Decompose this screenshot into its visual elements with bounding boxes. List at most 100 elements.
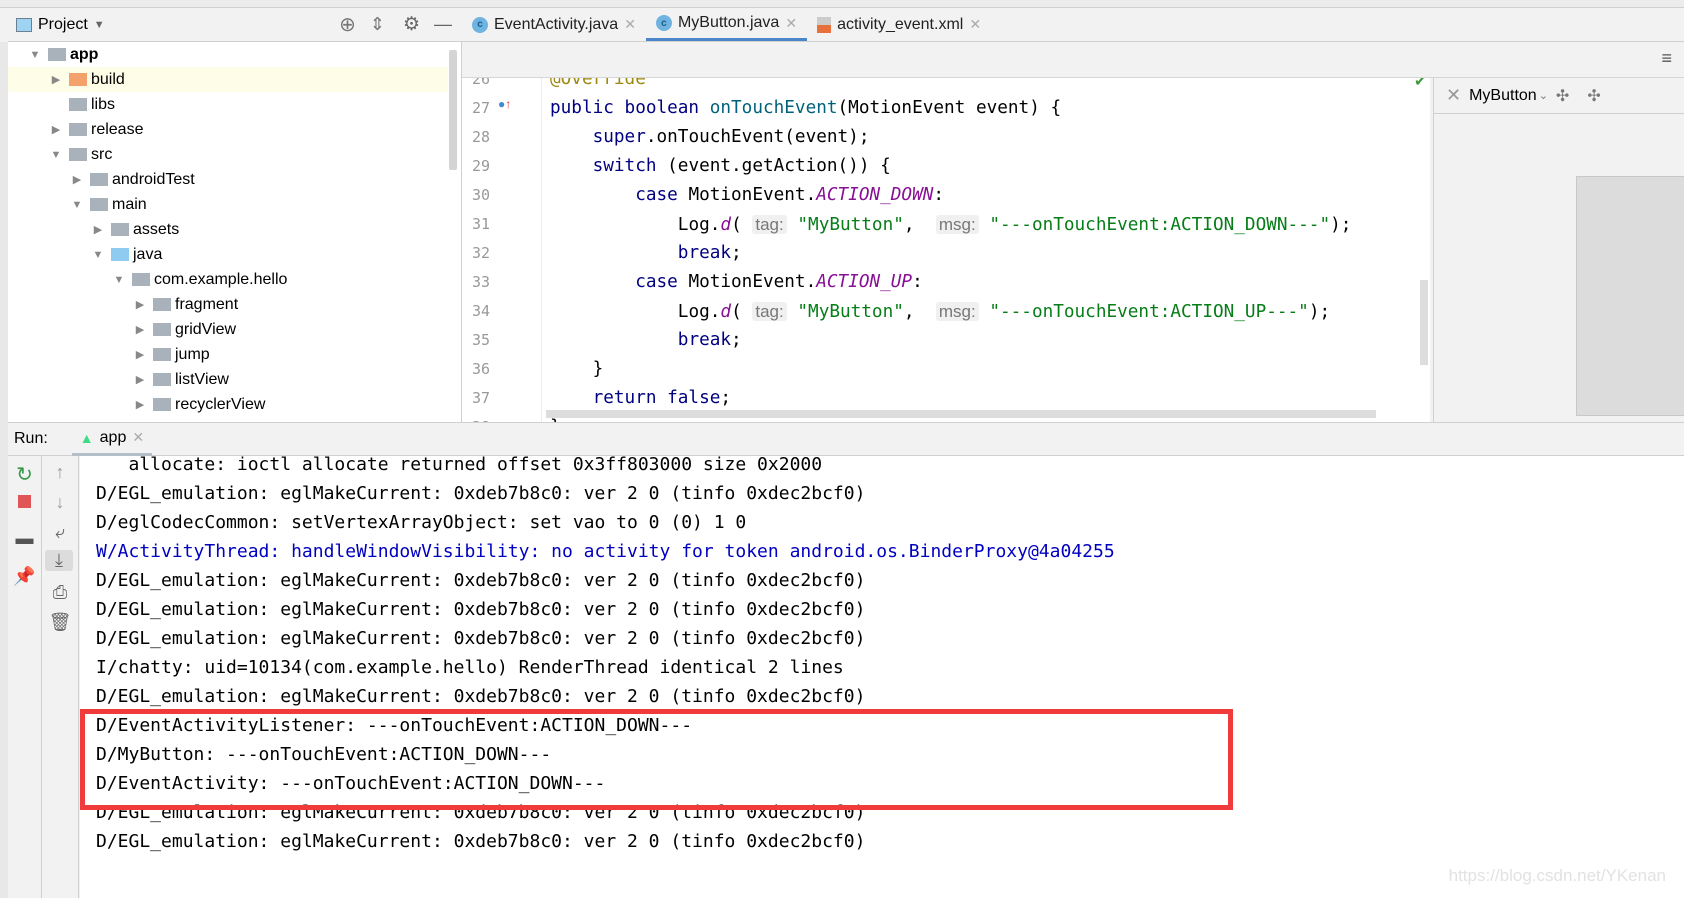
tab-mybutton-java[interactable]: c MyButton.java ✕ — [645, 8, 808, 41]
run-toolwindow-bar: Run: ▲ app ✕ — [8, 422, 1684, 456]
close-icon[interactable]: ✕ — [969, 16, 981, 33]
collapsed-arrow-icon[interactable]: ▶ — [70, 173, 84, 186]
tree-item-build[interactable]: ▶ build — [8, 67, 448, 92]
expanded-arrow-icon[interactable]: ▼ — [91, 249, 105, 261]
expand-horizontal-icon[interactable]: ✣ — [1556, 86, 1569, 106]
tree-item-assets[interactable]: ▶ assets — [8, 217, 448, 242]
close-icon[interactable]: ✕ — [624, 16, 636, 33]
run-toolbar-primary: ↻ ▬ 📌 — [8, 456, 42, 898]
code-token: case — [635, 185, 689, 205]
down-arrow-icon[interactable]: ↓ — [42, 492, 78, 513]
expanded-arrow-icon[interactable]: ▼ — [49, 149, 63, 161]
project-tree: ▼ app ▶ build libs ▶ release ▼ src ▶ androidTest ▼ m… — [8, 42, 462, 422]
collapsed-arrow-icon[interactable]: ▶ — [133, 323, 147, 336]
project-view-icon — [16, 17, 32, 32]
minimize-icon[interactable]: — — [434, 14, 452, 35]
collapsed-arrow-icon[interactable]: ▶ — [133, 298, 147, 311]
expanded-arrow-icon[interactable]: ▼ — [112, 274, 126, 286]
expand-vertical-icon[interactable]: ✣ — [1587, 86, 1600, 106]
layout-preview-panel: ✕ MyButton ⌄ ✣ ✣ — [1433, 78, 1684, 422]
scroll-to-end-icon[interactable]: ⤓ — [45, 550, 73, 571]
folder-icon — [69, 123, 87, 136]
collapsed-arrow-icon[interactable]: ▶ — [133, 398, 147, 411]
collapsed-arrow-icon[interactable]: ▶ — [133, 373, 147, 386]
pin-icon[interactable]: 📌 — [8, 566, 41, 587]
editor-vertical-scrollbar[interactable] — [1420, 280, 1428, 365]
gear-icon[interactable]: ⚙ — [403, 13, 420, 36]
tree-item-recyclerview[interactable]: ▶ recyclerView — [8, 392, 448, 417]
console-line: D/eglCodecCommon: setVertexArrayObject: … — [96, 512, 747, 533]
collapsed-arrow-icon[interactable]: ▶ — [133, 348, 147, 361]
up-arrow-icon[interactable]: ↑ — [42, 462, 78, 483]
tab-activity-event-xml[interactable]: activity_event.xml ✕ — [807, 8, 991, 41]
line-number: 30 — [471, 186, 490, 204]
tree-item-java[interactable]: ▼ java — [8, 242, 448, 267]
code-line: 34 Log.d( tag: "MyButton", msg: "---onTou… — [462, 297, 1430, 326]
code-token: : — [912, 272, 923, 292]
stop-icon[interactable] — [8, 492, 41, 513]
trash-icon[interactable]: 🗑 — [42, 612, 78, 633]
structure-menu-icon[interactable]: ≡ — [1661, 48, 1672, 69]
run-tab-label: app — [99, 428, 127, 446]
close-icon[interactable]: ✕ — [785, 15, 797, 32]
tree-item-gridview[interactable]: ▶ gridView — [8, 317, 448, 342]
tree-item-src[interactable]: ▼ src — [8, 142, 448, 167]
code-token: Log. — [677, 215, 721, 235]
locate-icon[interactable]: ⊕ — [339, 12, 356, 37]
soft-wrap-icon[interactable]: ⤶ — [42, 522, 78, 543]
code-editor[interactable]: ●↑ ✔ 26 @Override 27 public boolean onTouch… — [462, 78, 1430, 422]
code-token: case — [635, 272, 689, 292]
print-icon[interactable]: ⎙ — [42, 582, 78, 603]
rerun-icon[interactable]: ↻ — [8, 462, 41, 487]
code-text: case MotionEvent.ACTION_UP: — [635, 268, 923, 297]
chevron-down-icon[interactable]: ⌄ — [1539, 89, 1548, 102]
class-selector[interactable]: MyButton — [1469, 87, 1537, 105]
project-view-selector[interactable]: Project — [38, 16, 88, 34]
tree-item-label: jump — [175, 345, 210, 363]
console-line: D/EGL_emulation: eglMakeCurrent: 0xdeb7b… — [96, 599, 866, 620]
tree-item-release[interactable]: ▶ release — [8, 117, 448, 142]
console-output[interactable]: allocate: ioctl allocate returned offset… — [80, 456, 1684, 898]
tree-item-label: listView — [175, 370, 229, 388]
chevron-down-icon[interactable]: ▼ — [94, 19, 105, 31]
tree-item-libs[interactable]: libs — [8, 92, 448, 117]
expanded-arrow-icon[interactable]: ▼ — [70, 199, 84, 211]
collapsed-arrow-icon[interactable]: ▶ — [49, 123, 63, 136]
tree-item-fragment[interactable]: ▶ fragment — [8, 292, 448, 317]
code-token: (event.getAction()) { — [667, 156, 891, 176]
expanded-arrow-icon[interactable]: ▼ — [28, 49, 42, 61]
tree-item-main[interactable]: ▼ main — [8, 192, 448, 217]
code-token: ( — [731, 302, 753, 322]
preview-toolbar: ✕ MyButton ⌄ ✣ ✣ — [1434, 78, 1684, 114]
code-token: d — [720, 215, 732, 235]
code-token: return false — [592, 388, 721, 408]
tree-item-label: main — [112, 195, 147, 213]
preview-canvas — [1576, 176, 1684, 416]
tree-item-androidtest[interactable]: ▶ androidTest — [8, 167, 448, 192]
tree-item-listview[interactable]: ▶ listView — [8, 367, 448, 392]
tree-item-jump[interactable]: ▶ jump — [8, 342, 448, 367]
editor-horizontal-scrollbar[interactable] — [546, 410, 1376, 418]
tree-item-app[interactable]: ▼ app — [8, 42, 448, 67]
folder-icon — [48, 48, 66, 61]
code-line: 29 switch (event.getAction()) { — [462, 152, 1430, 181]
tree-item-label: src — [91, 145, 113, 163]
run-tab-app[interactable]: ▲ app ✕ — [71, 422, 153, 456]
line-number: 38 — [462, 413, 490, 422]
collapsed-arrow-icon[interactable]: ▶ — [91, 223, 105, 236]
code-token: "---onTouchEvent:ACTION_UP---" — [989, 302, 1309, 322]
collapsed-arrow-icon[interactable]: ▶ — [49, 73, 63, 86]
package-icon — [153, 323, 171, 336]
line-number: 32 — [471, 244, 490, 262]
tree-scrollbar[interactable] — [449, 50, 457, 170]
code-token: MotionEvent. — [688, 272, 817, 292]
tab-eventactivity-java[interactable]: c EventActivity.java ✕ — [462, 8, 646, 41]
project-panel-header: Project ▼ ⊕ ⇕ ⚙ — — [8, 8, 462, 42]
close-icon[interactable]: ✕ — [132, 429, 144, 446]
tree-item-com-example-hello[interactable]: ▼ com.example.hello — [8, 267, 448, 292]
layout-icon[interactable]: ▬ — [8, 528, 41, 549]
run-toolbar-secondary: ↑ ↓ ⤶ ⤓ ⎙ 🗑 — [42, 456, 79, 898]
collapse-all-icon[interactable]: ⇕ — [370, 14, 385, 35]
